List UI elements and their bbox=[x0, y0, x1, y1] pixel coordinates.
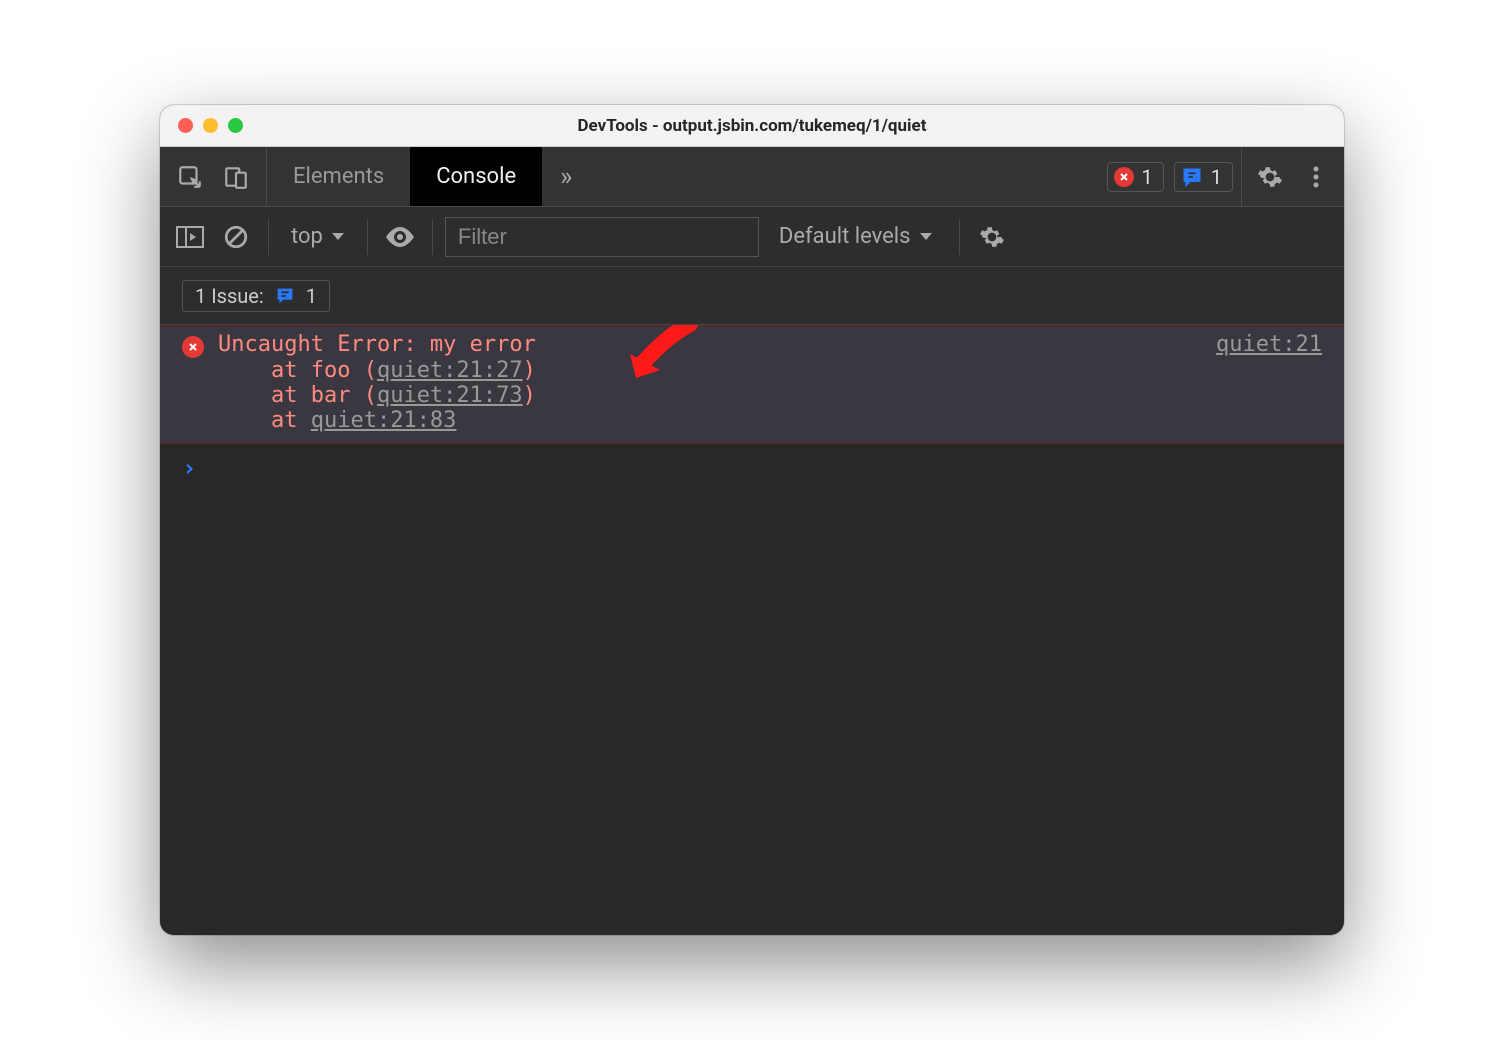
tabs-overflow-button[interactable]: » bbox=[542, 147, 590, 206]
stack-line: at quiet:21:83 bbox=[182, 408, 1322, 433]
speech-icon bbox=[1181, 166, 1203, 188]
tab-elements-label: Elements bbox=[293, 164, 384, 189]
filter-input[interactable] bbox=[445, 217, 759, 257]
stack-link[interactable]: quiet:21:73 bbox=[377, 383, 523, 408]
stack-link[interactable]: quiet:21:83 bbox=[311, 408, 457, 433]
status-badges: 1 1 bbox=[1107, 147, 1242, 206]
tab-console[interactable]: Console bbox=[410, 147, 542, 206]
console-sidebar-toggle-icon[interactable] bbox=[170, 217, 210, 257]
stack-link[interactable]: quiet:21:27 bbox=[377, 358, 523, 383]
settings-gear-icon[interactable] bbox=[1250, 157, 1290, 197]
error-icon bbox=[182, 336, 204, 358]
live-expression-eye-icon[interactable] bbox=[380, 217, 420, 257]
log-levels-selector[interactable]: Default levels bbox=[765, 224, 947, 249]
stack-suffix: ) bbox=[523, 383, 536, 408]
traffic-lights bbox=[160, 118, 243, 133]
stack-prefix: at bar ( bbox=[218, 383, 377, 408]
console-prompt[interactable]: › bbox=[160, 444, 1344, 492]
context-label: top bbox=[291, 224, 323, 249]
titlebar: DevTools - output.jsbin.com/tukemeq/1/qu… bbox=[160, 105, 1344, 147]
console-settings-gear-icon[interactable] bbox=[972, 217, 1012, 257]
error-source-link[interactable]: quiet:21 bbox=[1216, 332, 1322, 357]
inspect-tools bbox=[160, 147, 267, 206]
device-toolbar-icon[interactable] bbox=[216, 157, 256, 197]
chevron-down-icon bbox=[331, 232, 345, 242]
stack-suffix: ) bbox=[523, 358, 536, 383]
kebab-menu-icon[interactable] bbox=[1296, 157, 1336, 197]
issues-count: 1 bbox=[1211, 165, 1222, 189]
issues-count: 1 bbox=[306, 284, 317, 308]
issues-bar: 1 Issue: 1 bbox=[160, 267, 1344, 325]
prompt-chevron-icon: › bbox=[182, 454, 196, 482]
chevron-double-right-icon: » bbox=[560, 162, 572, 192]
tabstrip-right-tools bbox=[1241, 147, 1344, 206]
stack-prefix: at bbox=[218, 408, 311, 433]
tab-elements[interactable]: Elements bbox=[267, 147, 410, 206]
error-icon bbox=[1114, 167, 1134, 187]
window-title: DevTools - output.jsbin.com/tukemeq/1/qu… bbox=[160, 116, 1344, 136]
context-selector[interactable]: top bbox=[281, 224, 355, 249]
stack-line: at foo (quiet:21:27) bbox=[182, 358, 1322, 383]
issues-label: 1 Issue: bbox=[195, 284, 264, 308]
window-zoom-icon[interactable] bbox=[228, 118, 243, 133]
inspect-element-icon[interactable] bbox=[170, 157, 210, 197]
console-output: Uncaught Error: my error quiet:21 at foo… bbox=[160, 325, 1344, 935]
error-message-block: Uncaught Error: my error quiet:21 at foo… bbox=[160, 325, 1344, 444]
errors-badge[interactable]: 1 bbox=[1107, 162, 1164, 192]
console-filterbar: top Default levels bbox=[160, 207, 1344, 267]
tab-console-label: Console bbox=[436, 164, 516, 189]
chevron-down-icon bbox=[919, 232, 933, 242]
devtools-window: DevTools - output.jsbin.com/tukemeq/1/qu… bbox=[160, 105, 1344, 935]
panel-tabstrip: Elements Console » 1 bbox=[160, 147, 1344, 207]
log-levels-label: Default levels bbox=[779, 224, 911, 249]
errors-count: 1 bbox=[1142, 165, 1153, 189]
stack-line: at bar (quiet:21:73) bbox=[182, 383, 1322, 408]
clear-console-icon[interactable] bbox=[216, 217, 256, 257]
stack-prefix: at foo ( bbox=[218, 358, 377, 383]
issues-pill[interactable]: 1 Issue: 1 bbox=[182, 280, 330, 312]
window-close-icon[interactable] bbox=[178, 118, 193, 133]
error-message-text: Uncaught Error: my error bbox=[218, 332, 1216, 357]
issues-badge[interactable]: 1 bbox=[1174, 162, 1233, 192]
window-minimize-icon[interactable] bbox=[203, 118, 218, 133]
speech-icon bbox=[274, 285, 296, 307]
